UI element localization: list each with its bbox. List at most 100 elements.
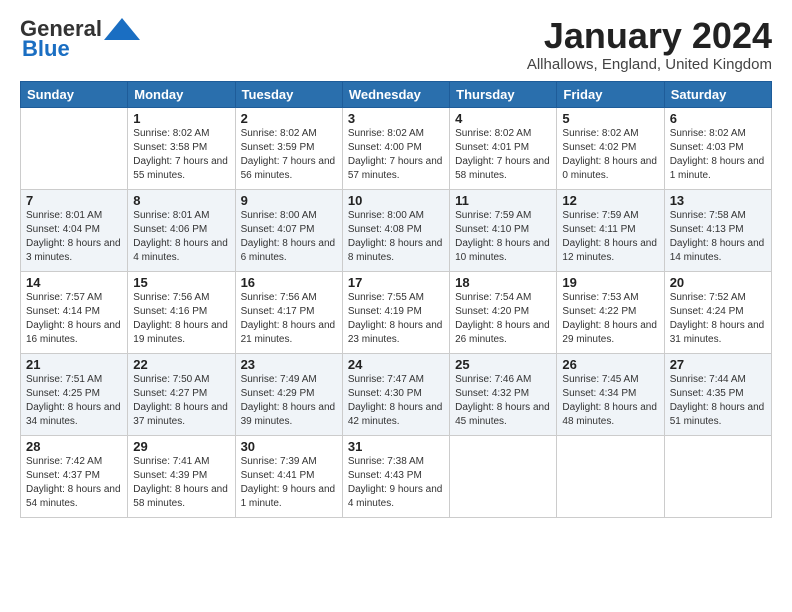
logo: General Blue [20,16,140,62]
day-cell: 27Sunrise: 7:44 AMSunset: 4:35 PMDayligh… [664,353,771,435]
day-number: 15 [133,275,229,290]
day-cell: 24Sunrise: 7:47 AMSunset: 4:30 PMDayligh… [342,353,449,435]
cell-info: Sunrise: 7:42 AMSunset: 4:37 PMDaylight:… [26,455,122,511]
day-number: 19 [562,275,658,290]
day-cell: 21Sunrise: 7:51 AMSunset: 4:25 PMDayligh… [21,353,128,435]
day-number: 5 [562,111,658,126]
cell-info: Sunrise: 7:51 AMSunset: 4:25 PMDaylight:… [26,373,122,429]
cell-info: Sunrise: 7:57 AMSunset: 4:14 PMDaylight:… [26,291,122,347]
column-header-tuesday: Tuesday [235,81,342,107]
cell-info: Sunrise: 8:00 AMSunset: 4:07 PMDaylight:… [241,209,337,265]
week-row-4: 21Sunrise: 7:51 AMSunset: 4:25 PMDayligh… [21,353,772,435]
cell-info: Sunrise: 7:39 AMSunset: 4:41 PMDaylight:… [241,455,337,511]
day-number: 1 [133,111,229,126]
week-row-1: 1Sunrise: 8:02 AMSunset: 3:58 PMDaylight… [21,107,772,189]
column-header-friday: Friday [557,81,664,107]
column-header-saturday: Saturday [664,81,771,107]
cell-info: Sunrise: 8:02 AMSunset: 4:02 PMDaylight:… [562,127,658,183]
cell-info: Sunrise: 8:02 AMSunset: 4:00 PMDaylight:… [348,127,444,183]
cell-info: Sunrise: 8:02 AMSunset: 3:59 PMDaylight:… [241,127,337,183]
day-cell [664,435,771,517]
cell-info: Sunrise: 7:58 AMSunset: 4:13 PMDaylight:… [670,209,766,265]
day-number: 22 [133,357,229,372]
day-number: 2 [241,111,337,126]
column-header-thursday: Thursday [450,81,557,107]
day-cell: 15Sunrise: 7:56 AMSunset: 4:16 PMDayligh… [128,271,235,353]
day-number: 10 [348,193,444,208]
day-number: 30 [241,439,337,454]
day-cell: 10Sunrise: 8:00 AMSunset: 4:08 PMDayligh… [342,189,449,271]
cell-info: Sunrise: 8:02 AMSunset: 4:01 PMDaylight:… [455,127,551,183]
day-number: 31 [348,439,444,454]
calendar-table: SundayMondayTuesdayWednesdayThursdayFrid… [20,81,772,518]
day-cell: 31Sunrise: 7:38 AMSunset: 4:43 PMDayligh… [342,435,449,517]
day-cell: 14Sunrise: 7:57 AMSunset: 4:14 PMDayligh… [21,271,128,353]
day-cell: 28Sunrise: 7:42 AMSunset: 4:37 PMDayligh… [21,435,128,517]
day-cell: 5Sunrise: 8:02 AMSunset: 4:02 PMDaylight… [557,107,664,189]
day-cell: 18Sunrise: 7:54 AMSunset: 4:20 PMDayligh… [450,271,557,353]
day-number: 6 [670,111,766,126]
day-cell: 1Sunrise: 8:02 AMSunset: 3:58 PMDaylight… [128,107,235,189]
day-cell: 16Sunrise: 7:56 AMSunset: 4:17 PMDayligh… [235,271,342,353]
day-number: 11 [455,193,551,208]
cell-info: Sunrise: 8:02 AMSunset: 4:03 PMDaylight:… [670,127,766,183]
cell-info: Sunrise: 7:50 AMSunset: 4:27 PMDaylight:… [133,373,229,429]
day-number: 7 [26,193,122,208]
day-cell: 25Sunrise: 7:46 AMSunset: 4:32 PMDayligh… [450,353,557,435]
day-number: 9 [241,193,337,208]
cell-info: Sunrise: 8:01 AMSunset: 4:06 PMDaylight:… [133,209,229,265]
day-number: 13 [670,193,766,208]
day-number: 12 [562,193,658,208]
day-cell: 20Sunrise: 7:52 AMSunset: 4:24 PMDayligh… [664,271,771,353]
cell-info: Sunrise: 7:59 AMSunset: 4:11 PMDaylight:… [562,209,658,265]
logo-blue: Blue [22,36,70,62]
day-number: 8 [133,193,229,208]
title-block: January 2024 Allhallows, England, United… [527,16,772,73]
header: General Blue January 2024 Allhallows, En… [20,16,772,73]
day-number: 17 [348,275,444,290]
calendar-page: General Blue January 2024 Allhallows, En… [0,0,792,612]
day-number: 23 [241,357,337,372]
cell-info: Sunrise: 8:00 AMSunset: 4:08 PMDaylight:… [348,209,444,265]
day-cell: 19Sunrise: 7:53 AMSunset: 4:22 PMDayligh… [557,271,664,353]
day-cell [557,435,664,517]
cell-info: Sunrise: 7:56 AMSunset: 4:16 PMDaylight:… [133,291,229,347]
cell-info: Sunrise: 7:49 AMSunset: 4:29 PMDaylight:… [241,373,337,429]
cell-info: Sunrise: 7:52 AMSunset: 4:24 PMDaylight:… [670,291,766,347]
week-row-5: 28Sunrise: 7:42 AMSunset: 4:37 PMDayligh… [21,435,772,517]
day-cell: 13Sunrise: 7:58 AMSunset: 4:13 PMDayligh… [664,189,771,271]
day-cell: 22Sunrise: 7:50 AMSunset: 4:27 PMDayligh… [128,353,235,435]
week-row-3: 14Sunrise: 7:57 AMSunset: 4:14 PMDayligh… [21,271,772,353]
day-cell [450,435,557,517]
day-number: 16 [241,275,337,290]
day-cell: 23Sunrise: 7:49 AMSunset: 4:29 PMDayligh… [235,353,342,435]
day-number: 4 [455,111,551,126]
calendar-header-row: SundayMondayTuesdayWednesdayThursdayFrid… [21,81,772,107]
cell-info: Sunrise: 8:02 AMSunset: 3:58 PMDaylight:… [133,127,229,183]
column-header-monday: Monday [128,81,235,107]
cell-info: Sunrise: 7:46 AMSunset: 4:32 PMDaylight:… [455,373,551,429]
day-cell: 11Sunrise: 7:59 AMSunset: 4:10 PMDayligh… [450,189,557,271]
cell-info: Sunrise: 7:59 AMSunset: 4:10 PMDaylight:… [455,209,551,265]
cell-info: Sunrise: 7:53 AMSunset: 4:22 PMDaylight:… [562,291,658,347]
month-title: January 2024 [527,16,772,56]
cell-info: Sunrise: 7:41 AMSunset: 4:39 PMDaylight:… [133,455,229,511]
day-cell: 3Sunrise: 8:02 AMSunset: 4:00 PMDaylight… [342,107,449,189]
day-number: 14 [26,275,122,290]
day-number: 20 [670,275,766,290]
day-number: 18 [455,275,551,290]
cell-info: Sunrise: 8:01 AMSunset: 4:04 PMDaylight:… [26,209,122,265]
column-header-wednesday: Wednesday [342,81,449,107]
day-cell: 7Sunrise: 8:01 AMSunset: 4:04 PMDaylight… [21,189,128,271]
cell-info: Sunrise: 7:55 AMSunset: 4:19 PMDaylight:… [348,291,444,347]
day-number: 21 [26,357,122,372]
day-cell: 4Sunrise: 8:02 AMSunset: 4:01 PMDaylight… [450,107,557,189]
day-cell: 30Sunrise: 7:39 AMSunset: 4:41 PMDayligh… [235,435,342,517]
day-cell: 29Sunrise: 7:41 AMSunset: 4:39 PMDayligh… [128,435,235,517]
day-cell: 2Sunrise: 8:02 AMSunset: 3:59 PMDaylight… [235,107,342,189]
column-header-sunday: Sunday [21,81,128,107]
day-cell: 26Sunrise: 7:45 AMSunset: 4:34 PMDayligh… [557,353,664,435]
cell-info: Sunrise: 7:47 AMSunset: 4:30 PMDaylight:… [348,373,444,429]
cell-info: Sunrise: 7:38 AMSunset: 4:43 PMDaylight:… [348,455,444,511]
cell-info: Sunrise: 7:45 AMSunset: 4:34 PMDaylight:… [562,373,658,429]
